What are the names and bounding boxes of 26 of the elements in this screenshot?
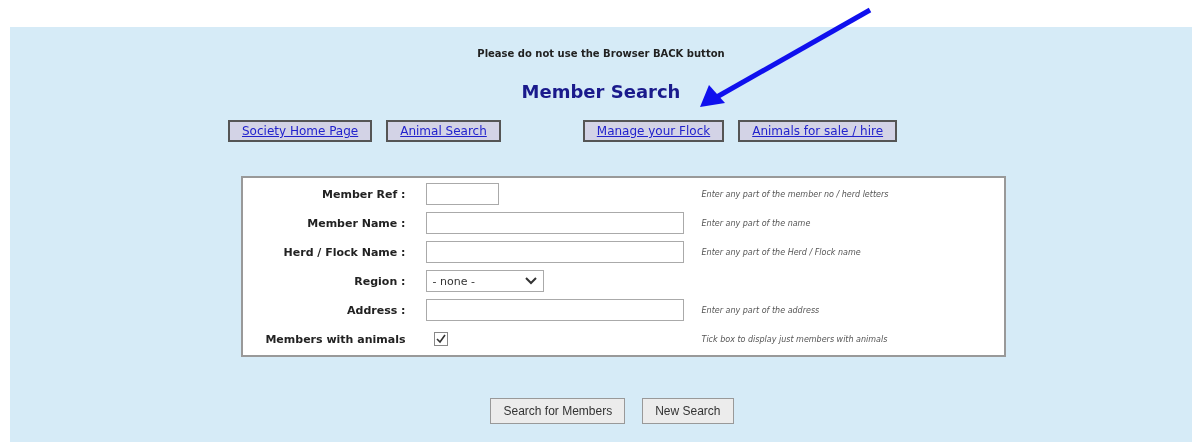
page-title: Member Search <box>521 81 681 102</box>
text-field[interactable] <box>425 299 684 321</box>
field-label: Members with animals <box>264 331 407 348</box>
field-label: Region : <box>353 273 407 290</box>
checkbox[interactable] <box>433 332 448 346</box>
chevron-icon <box>524 277 537 285</box>
field-hint: Tick box to display just members with animals <box>700 333 889 346</box>
region-dropdown[interactable]: - none - <box>425 270 544 292</box>
field-hint: Enter any part of the address <box>700 304 821 317</box>
nav-link[interactable]: Animal Search <box>386 120 501 142</box>
nav-link[interactable]: Animals for sale / hire <box>738 120 898 142</box>
field-label: Member Ref : <box>321 186 407 203</box>
text-field[interactable] <box>425 241 684 263</box>
nav-link[interactable]: Manage your Flock <box>582 120 725 142</box>
field-hint: Enter any part of the Herd / Flock name <box>700 246 862 259</box>
nav-link[interactable]: Society Home Page <box>228 120 373 142</box>
field-label: Member Name : <box>306 215 407 232</box>
text-field[interactable] <box>425 183 499 205</box>
form-button[interactable]: Search for Members <box>490 398 626 424</box>
text-field[interactable] <box>425 212 684 234</box>
form-button[interactable]: New Search <box>642 398 734 424</box>
field-hint: Enter any part of the member no / herd letters <box>700 188 890 201</box>
field-hint: Enter any part of the name <box>700 217 812 230</box>
notice-text: Please do not use the Browser BACK button <box>477 48 725 59</box>
field-label: Address : <box>346 302 407 319</box>
field-label: Herd / Flock Name : <box>282 244 407 261</box>
